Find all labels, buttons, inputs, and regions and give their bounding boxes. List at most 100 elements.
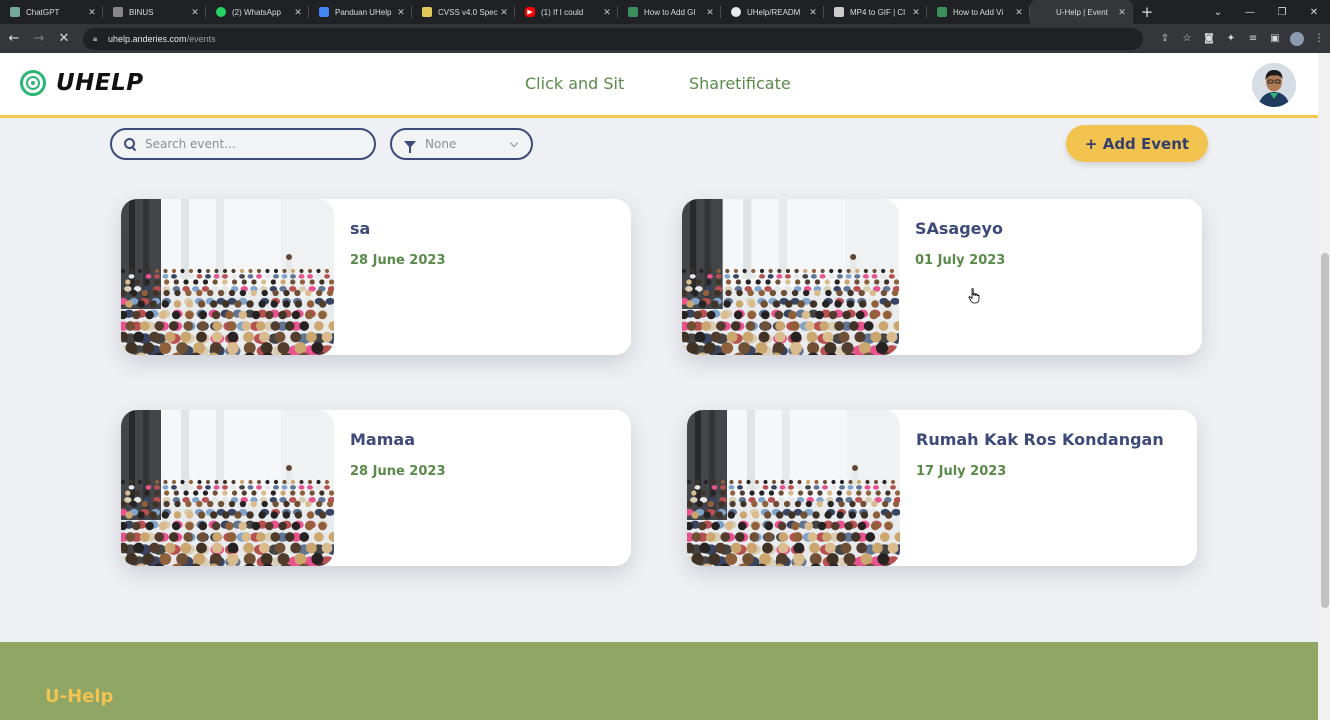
event-card[interactable]: Mamaa 28 June 2023 — [121, 410, 631, 566]
event-date: 01 July 2023 — [915, 253, 1006, 268]
restore-icon[interactable]: ❐ — [1266, 0, 1298, 24]
filter-icon — [404, 140, 416, 153]
event-photo — [121, 410, 334, 566]
close-icon[interactable]: ✕ — [808, 7, 818, 18]
close-icon[interactable]: ✕ — [396, 7, 406, 18]
chatgpt-icon — [10, 7, 20, 17]
nav-sharetificate[interactable]: Sharetificate — [689, 74, 791, 93]
tab-title: CVSS v4.0 Spec — [438, 7, 498, 17]
browser-tab[interactable]: ▶ (1) If I could ✕ — [515, 0, 618, 24]
close-icon[interactable]: ✕ — [87, 7, 97, 18]
close-icon[interactable]: ✕ — [1117, 7, 1127, 18]
event-card-body: sa 28 June 2023 — [334, 199, 462, 355]
browser-tab[interactable]: (2) WhatsApp ✕ — [206, 0, 309, 24]
close-icon[interactable]: ✕ — [911, 7, 921, 18]
tab-title: BINUS — [129, 7, 154, 17]
event-card[interactable]: sa 28 June 2023 — [121, 199, 631, 355]
docs-icon — [319, 7, 329, 17]
site-header: UHELP Click and Sit Sharetificate — [0, 53, 1318, 118]
logo-target-icon — [20, 70, 46, 96]
minimize-icon[interactable]: — — [1234, 0, 1266, 24]
lock-icon: 🔒︎ — [93, 33, 98, 43]
search-input[interactable] — [145, 137, 345, 151]
event-card-body: Rumah Kak Ros Kondangan 17 July 2023 — [900, 410, 1180, 566]
filter-value: None — [425, 137, 457, 151]
event-card[interactable]: Rumah Kak Ros Kondangan 17 July 2023 — [687, 410, 1197, 566]
event-image — [687, 410, 900, 566]
logo[interactable]: UHELP — [20, 70, 144, 96]
event-photo — [687, 410, 900, 566]
gif-icon — [937, 7, 947, 17]
close-window-icon[interactable]: ✕ — [1298, 0, 1330, 24]
event-title: Rumah Kak Ros Kondangan — [916, 430, 1164, 449]
browser-tab[interactable]: How to Add Vi ✕ — [927, 0, 1030, 24]
bookmark-star-icon[interactable]: ☆ — [1176, 33, 1198, 44]
stop-loading-icon[interactable]: ✕ — [53, 28, 75, 50]
browser-tab[interactable]: BINUS ✕ — [103, 0, 206, 24]
event-image — [682, 199, 899, 355]
youtube-icon: ▶ — [525, 7, 535, 17]
nav-click-and-sit[interactable]: Click and Sit — [525, 74, 624, 93]
url-host: uhelp.anderies.com — [108, 33, 187, 44]
tab-title: MP4 to GIF | Cl — [850, 7, 905, 17]
browser-tab-active[interactable]: U-Help | Event ✕ — [1030, 0, 1133, 24]
event-title: sa — [350, 219, 371, 238]
event-card-body: SAsageyo 01 July 2023 — [899, 199, 1021, 355]
browser-tab[interactable]: ChatGPT ✕ — [0, 0, 103, 24]
toolbar-icons: ⇪ ☆ ◙ ✦ ≡ ▣ ⋮ — [1154, 24, 1330, 53]
browser-profile-avatar[interactable] — [1290, 31, 1304, 46]
close-icon[interactable]: ✕ — [602, 7, 612, 18]
browser-tab[interactable]: Panduan UHelp ✕ — [309, 0, 412, 24]
close-icon[interactable]: ✕ — [190, 7, 200, 18]
tab-search-icon[interactable]: ⌄ — [1202, 0, 1234, 24]
media-icon[interactable]: ≡ — [1242, 33, 1264, 44]
tab-title: U-Help | Event — [1056, 7, 1108, 17]
browser-tab[interactable]: How to Add GI ✕ — [618, 0, 721, 24]
new-tab-button[interactable]: + — [1133, 0, 1161, 24]
event-card-body: Mamaa 28 June 2023 — [334, 410, 462, 566]
address-bar: ← → ✕ 🔒︎ uhelp.anderies.com/events ⇪ ☆ ◙… — [0, 24, 1330, 53]
filter-select[interactable]: None — [390, 128, 533, 160]
menu-kebab-icon[interactable]: ⋮ — [1308, 33, 1330, 44]
close-icon[interactable]: ✕ — [705, 7, 715, 18]
cvss-icon — [422, 7, 432, 17]
event-date: 28 June 2023 — [350, 464, 446, 479]
browser-tab[interactable]: UHelp/READM ✕ — [721, 0, 824, 24]
tab-title: How to Add GI — [644, 7, 696, 17]
site-footer: U-Help — [0, 642, 1318, 720]
whatsapp-icon — [216, 7, 226, 17]
tab-title: UHelp/READM — [747, 7, 801, 17]
add-event-button[interactable]: + Add Event — [1066, 125, 1208, 162]
hand-pointer-icon — [968, 288, 980, 304]
event-card[interactable]: SAsageyo 01 July 2023 — [682, 199, 1202, 355]
footer-brand: U-Help — [45, 686, 114, 707]
browser-tab[interactable]: MP4 to GIF | Cl ✕ — [824, 0, 927, 24]
page-icon — [1040, 7, 1050, 17]
event-title: Mamaa — [350, 430, 415, 449]
tab-title: How to Add Vi — [953, 7, 1004, 17]
cloud-icon — [834, 7, 844, 17]
tab-title: Panduan UHelp — [335, 7, 392, 17]
event-image — [121, 410, 334, 566]
search-box[interactable] — [110, 128, 376, 160]
event-image — [121, 199, 334, 355]
back-icon[interactable]: ← — [3, 28, 25, 50]
close-icon[interactable]: ✕ — [293, 7, 303, 18]
close-icon[interactable]: ✕ — [499, 7, 509, 18]
forward-icon[interactable]: → — [28, 28, 50, 50]
share-icon[interactable]: ⇪ — [1154, 33, 1176, 44]
event-date: 28 June 2023 — [350, 253, 446, 268]
github-icon — [731, 7, 741, 17]
logo-text: UHELP — [56, 70, 144, 96]
search-icon — [124, 138, 136, 150]
close-icon[interactable]: ✕ — [1014, 7, 1024, 18]
browser-tab[interactable]: CVSS v4.0 Spec ✕ — [412, 0, 515, 24]
event-photo — [121, 199, 334, 355]
sidebar-icon[interactable]: ▣ — [1264, 33, 1286, 44]
extensions-icon[interactable]: ✦ — [1220, 33, 1242, 44]
tab-title: ChatGPT — [26, 7, 60, 17]
avatar[interactable] — [1252, 63, 1296, 107]
url-field[interactable]: 🔒︎ uhelp.anderies.com/events — [83, 27, 1143, 50]
scrollbar-thumb[interactable] — [1321, 253, 1329, 608]
camera-icon[interactable]: ◙ — [1198, 33, 1220, 44]
